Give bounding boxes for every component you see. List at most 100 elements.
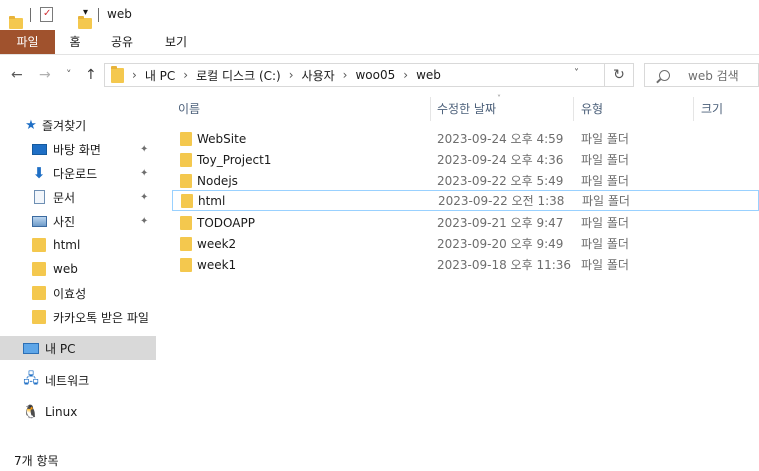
column-header-size[interactable]: 크기 [701, 97, 723, 121]
breadcrumb-chevron-icon[interactable]: › [289, 68, 294, 82]
sidebar-item-label: 바탕 화면 [53, 142, 101, 157]
sort-descending-chevron-icon: ˅ [497, 94, 501, 103]
sidebar-item-downloads[interactable]: ⬇ 다운로드 ✦ [0, 161, 156, 185]
file-type: 파일 폴더 [581, 258, 629, 272]
folder-icon [180, 131, 192, 146]
file-type: 파일 폴더 [581, 237, 629, 251]
sidebar-item-web[interactable]: web [0, 257, 156, 281]
list-item[interactable]: week1 2023-09-18 오후 11:36 파일 폴더 [172, 254, 759, 275]
folder-icon [180, 257, 192, 272]
ribbon-tabs: 파일 홈 공유 보기 [0, 30, 759, 55]
address-bar[interactable]: › 내 PC › 로컬 디스크 (C:) › 사용자 › woo05 › web [104, 63, 634, 87]
sidebar-item-quick-access[interactable]: ★ 즐겨찾기 [0, 113, 156, 137]
sidebar-item-label: 내 PC [45, 341, 76, 356]
address-history-chevron-down-icon[interactable]: ˅ [574, 68, 579, 79]
list-item[interactable]: html 2023-09-22 오전 1:38 파일 폴더 [172, 190, 759, 211]
sidebar-item-desktop[interactable]: 바탕 화면 ✦ [0, 137, 156, 161]
sidebar-item-documents[interactable]: 문서 ✦ [0, 185, 156, 209]
sidebar-item-label: web [53, 262, 78, 276]
breadcrumb-chevron-icon[interactable]: › [403, 68, 408, 82]
column-header-type[interactable]: 유형 [581, 97, 603, 121]
separator [30, 8, 31, 22]
breadcrumb-chevron-icon[interactable]: › [132, 68, 137, 82]
sidebar-item-this-pc[interactable]: 내 PC [0, 336, 156, 360]
file-modified: 2023-09-21 오후 9:47 [437, 216, 564, 230]
star-icon: ★ [25, 117, 37, 133]
recent-locations-chevron-icon[interactable]: ˅ [66, 65, 72, 85]
folder-icon [111, 65, 124, 83]
linux-icon: 🐧 [22, 404, 40, 420]
properties-icon[interactable]: ✓ [40, 7, 53, 22]
folder-icon [31, 238, 47, 252]
folder-icon [181, 193, 193, 208]
folder-icon [9, 15, 23, 29]
pin-icon[interactable]: ✦ [140, 216, 148, 227]
list-item[interactable]: week2 2023-09-20 오후 9:49 파일 폴더 [172, 233, 759, 254]
sidebar-item-html[interactable]: html [0, 233, 156, 257]
tab-share[interactable]: 공유 [104, 30, 140, 54]
sidebar-item-label: 사진 [53, 214, 76, 229]
breadcrumb-this-pc[interactable]: 내 PC [145, 67, 175, 84]
file-modified: 2023-09-24 오후 4:36 [437, 153, 564, 167]
navigation-pane: ★ 즐겨찾기 바탕 화면 ✦ ⬇ 다운로드 ✦ 문서 ✦ 사진 ✦ html w… [0, 110, 156, 450]
pin-icon[interactable]: ✦ [140, 144, 148, 155]
search-placeholder: web 검색 [688, 68, 739, 83]
list-item[interactable]: WebSite 2023-09-24 오후 4:59 파일 폴더 [172, 128, 759, 149]
network-icon: 🖧 [23, 371, 39, 387]
sidebar-item-folder[interactable]: 이효성 [0, 281, 156, 305]
sidebar-item-linux[interactable]: 🐧 Linux [0, 400, 156, 424]
file-modified: 2023-09-22 오전 1:38 [438, 194, 565, 208]
file-type: 파일 폴더 [581, 216, 629, 230]
sidebar-item-kakaotalk-files[interactable]: 카카오톡 받은 파일 [0, 305, 156, 329]
list-item[interactable]: Nodejs 2023-09-22 오후 5:49 파일 폴더 [172, 170, 759, 191]
list-item[interactable]: TODOAPP 2023-09-21 오후 9:47 파일 폴더 [172, 212, 759, 233]
status-item-count: 7개 항목 [14, 454, 59, 468]
file-modified: 2023-09-24 오후 4:59 [437, 132, 564, 146]
folder-icon [180, 215, 192, 230]
column-header-modified[interactable]: 수정한 날짜 [437, 97, 496, 121]
search-input[interactable]: web 검색 [644, 63, 759, 87]
breadcrumb-local-disk[interactable]: 로컬 디스크 (C:) [196, 67, 281, 84]
sidebar-item-label: Linux [45, 405, 78, 419]
breadcrumb-chevron-icon[interactable]: › [183, 68, 188, 82]
search-icon [659, 69, 670, 81]
up-arrow-icon[interactable]: ↑ [85, 65, 97, 85]
sidebar-item-pictures[interactable]: 사진 ✦ [0, 209, 156, 233]
folder-icon [31, 286, 47, 300]
customize-quick-access-chevron-down-icon[interactable]: ▾ [83, 7, 88, 18]
breadcrumb-users[interactable]: 사용자 [302, 67, 335, 84]
pin-icon[interactable]: ✦ [140, 168, 148, 179]
file-modified: 2023-09-18 오후 11:36 [437, 258, 572, 272]
file-name: Nodejs [197, 173, 238, 188]
breadcrumb-chevron-icon[interactable]: › [343, 68, 348, 82]
folder-icon [180, 173, 192, 188]
file-name: WebSite [197, 131, 247, 146]
tab-home[interactable]: 홈 [60, 30, 90, 54]
list-item[interactable]: Toy_Project1 2023-09-24 오후 4:36 파일 폴더 [172, 149, 759, 170]
column-divider[interactable] [693, 97, 694, 121]
pin-icon[interactable]: ✦ [140, 192, 148, 203]
file-name: html [198, 193, 226, 208]
back-arrow-icon[interactable]: ← [11, 65, 23, 85]
breadcrumb-woo05[interactable]: woo05 [355, 68, 395, 82]
sidebar-item-label: 이효성 [53, 286, 87, 301]
new-folder-icon[interactable] [78, 15, 92, 29]
tab-view[interactable]: 보기 [158, 30, 194, 54]
sidebar-item-network[interactable]: 🖧 네트워크 [0, 368, 156, 392]
pictures-icon [31, 214, 47, 228]
file-modified: 2023-09-20 오후 9:49 [437, 237, 564, 251]
refresh-button[interactable]: ↻ [604, 63, 634, 87]
column-divider[interactable] [573, 97, 574, 121]
sidebar-item-label: 다운로드 [53, 166, 98, 181]
column-divider[interactable] [430, 97, 431, 121]
document-icon [31, 190, 47, 204]
file-modified: 2023-09-22 오후 5:49 [437, 174, 564, 188]
sidebar-item-label: 네트워크 [45, 373, 90, 388]
tab-file[interactable]: 파일 [0, 30, 55, 54]
pc-icon [23, 341, 39, 355]
file-name: week2 [197, 236, 237, 251]
column-header-name[interactable]: 이름 [178, 97, 200, 121]
forward-arrow-icon[interactable]: → [39, 65, 51, 85]
breadcrumb-web[interactable]: web [416, 68, 441, 82]
file-type: 파일 폴더 [581, 153, 629, 167]
